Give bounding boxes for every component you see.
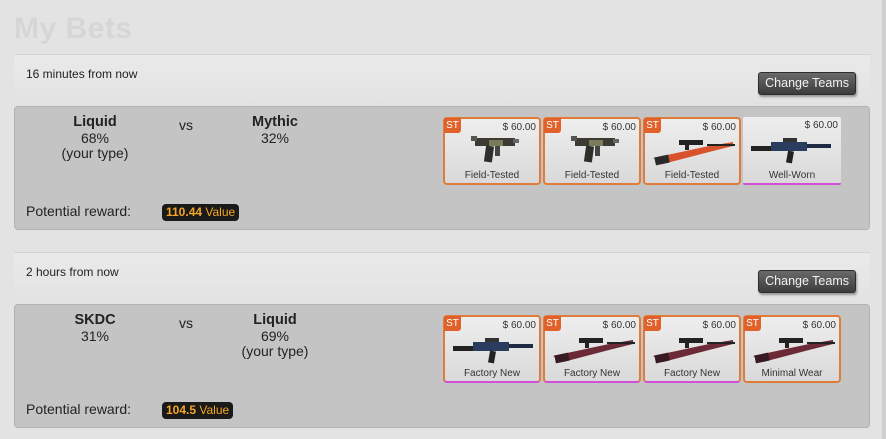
team-name: Liquid xyxy=(73,114,117,130)
team-percent: 31% xyxy=(80,327,110,344)
vs-label: vs xyxy=(179,117,193,133)
sniper-maroon-icon xyxy=(753,338,835,364)
team-percent: 68% xyxy=(80,129,110,146)
item-card[interactable]: ST $ 60.00 Field-Tested xyxy=(443,117,541,185)
scrollbar[interactable] xyxy=(882,0,886,439)
item-card[interactable]: ST $ 60.00 Field-Tested xyxy=(543,117,641,185)
pistol-camo-icon xyxy=(471,136,519,163)
stattrak-tag: ST xyxy=(444,118,461,133)
item-wear: Well-Worn xyxy=(768,170,816,181)
reward-value: 104.5 xyxy=(166,403,197,417)
item-card[interactable]: ST $ 60.00 Factory New xyxy=(643,315,741,383)
change-teams-button[interactable]: Change Teams xyxy=(758,72,856,95)
reward-unit: Value xyxy=(199,403,230,417)
item-card[interactable]: $ 60.00 Well-Worn xyxy=(743,117,841,185)
team-name: Mythic xyxy=(252,114,298,130)
reward-value: 110.44 xyxy=(166,205,203,219)
reward-unit: Value xyxy=(205,205,236,219)
pistol-camo-icon xyxy=(571,136,619,163)
rifle-blue-icon xyxy=(751,138,831,164)
team-right: Mythic 32% xyxy=(215,114,335,146)
stattrak-tag: ST xyxy=(444,316,461,331)
stattrak-tag: ST xyxy=(744,316,761,331)
vs-label: vs xyxy=(179,315,193,331)
bet-header: 16 minutes from now Change Teams xyxy=(14,54,870,106)
item-wear: Minimal Wear xyxy=(761,368,823,379)
bet-card: Liquid 68% (your type) vs Mythic 32% ST … xyxy=(14,106,870,230)
bet-header: 2 hours from now Change Teams xyxy=(14,252,870,304)
reward-badge: 110.44 Value xyxy=(162,204,240,221)
item-wear: Factory New xyxy=(663,368,721,379)
bet-1: 16 minutes from now Change Teams Liquid … xyxy=(14,54,870,230)
sniper-maroon-icon xyxy=(653,338,735,364)
team-right: Liquid 69% (your type) xyxy=(215,312,335,360)
item-wear: Field-Tested xyxy=(564,170,620,181)
team-left: SKDC 31% xyxy=(35,312,155,344)
team-percent: 69% xyxy=(260,327,290,344)
item-card[interactable]: ST $ 60.00 Factory New xyxy=(543,315,641,383)
team-name: SKDC xyxy=(74,312,116,328)
sniper-maroon-icon xyxy=(553,338,635,364)
team-name: Liquid xyxy=(253,312,297,328)
item-wear: Factory New xyxy=(463,368,521,379)
item-card[interactable]: ST $ 60.00 Field-Tested xyxy=(643,117,741,185)
stattrak-tag: ST xyxy=(644,118,661,133)
reward-badge: 104.5 Value xyxy=(162,402,234,419)
item-wear: Field-Tested xyxy=(464,170,520,181)
change-teams-button[interactable]: Change Teams xyxy=(758,270,856,293)
rifle-blue-icon xyxy=(453,338,533,364)
your-type-note: (your type) xyxy=(61,145,129,161)
your-type-note: (your type) xyxy=(241,343,309,359)
bet-2: 2 hours from now Change Teams SKDC 31% v… xyxy=(14,252,870,428)
team-left: Liquid 68% (your type) xyxy=(35,114,155,162)
stattrak-tag: ST xyxy=(544,118,561,133)
item-card[interactable]: ST $ 60.00 Minimal Wear xyxy=(743,315,841,383)
bet-time: 2 hours from now xyxy=(26,265,119,279)
stattrak-tag: ST xyxy=(644,316,661,331)
item-wear: Factory New xyxy=(563,368,621,379)
stattrak-tag: ST xyxy=(544,316,561,331)
item-card[interactable]: ST $ 60.00 Factory New xyxy=(443,315,541,383)
sniper-red-icon xyxy=(653,140,735,166)
page-title: My Bets xyxy=(14,12,133,45)
reward-label: Potential reward: xyxy=(26,401,132,417)
team-percent: 32% xyxy=(260,129,290,146)
item-wear: Field-Tested xyxy=(664,170,720,181)
bet-time: 16 minutes from now xyxy=(26,67,138,81)
reward-label: Potential reward: xyxy=(26,203,132,219)
bet-card: SKDC 31% vs Liquid 69% (your type) ST $ … xyxy=(14,304,870,428)
